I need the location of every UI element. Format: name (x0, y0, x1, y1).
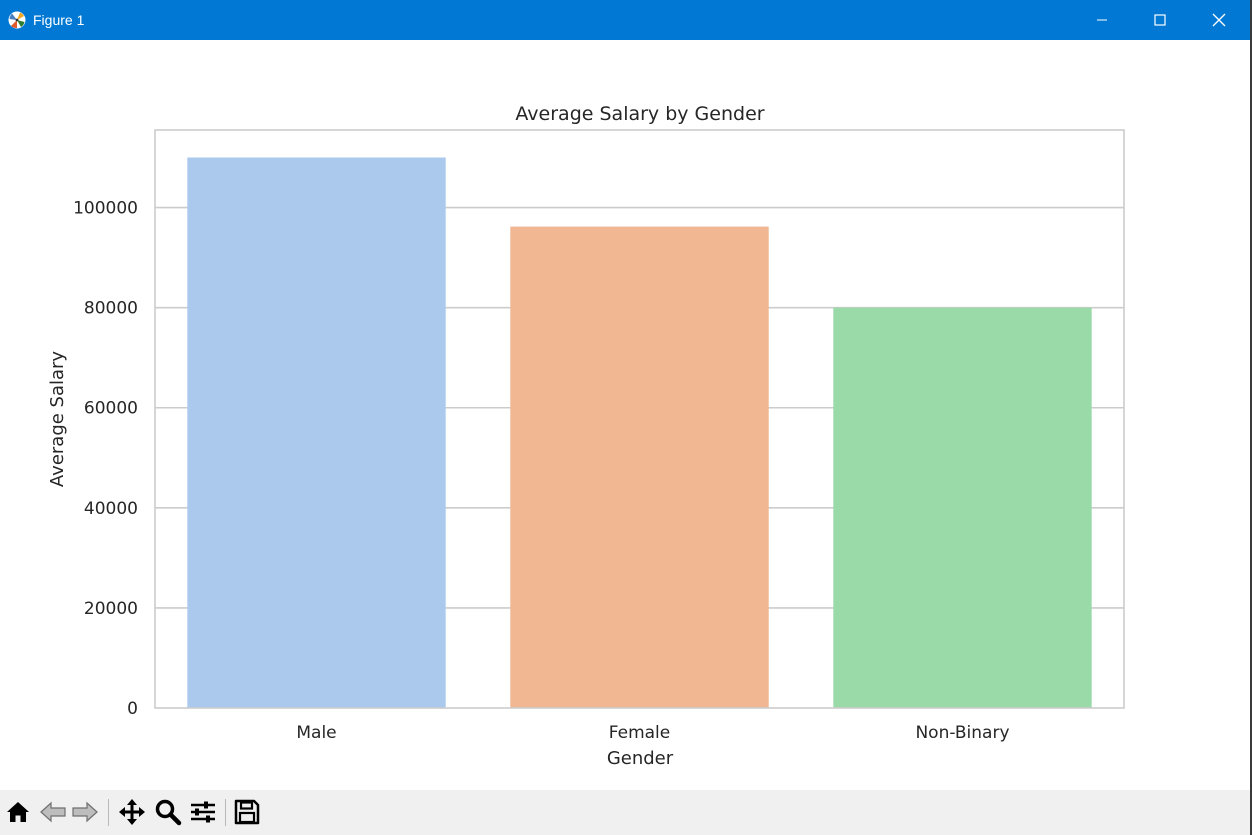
bar-non-binary (833, 307, 1092, 708)
y-tick-label: 40000 (84, 499, 138, 519)
toolbar-separator (108, 799, 109, 826)
bar-chart: 0 20000 40000 60000 80000 100000 Male Female No… (47, 103, 1125, 769)
forward-button[interactable] (70, 797, 100, 827)
configure-subplots-button[interactable] (188, 797, 218, 827)
y-axis-label: Average Salary (47, 351, 68, 488)
configure-subplots-icon (191, 801, 215, 823)
window-titlebar: Figure 1 (0, 0, 1250, 40)
maximize-icon (1154, 14, 1166, 26)
maximize-button[interactable] (1131, 0, 1189, 40)
back-arrow-icon (40, 801, 66, 823)
y-tick-label: 20000 (84, 599, 138, 619)
y-tick-label: 100000 (73, 199, 138, 219)
home-icon (7, 802, 29, 822)
zoom-button[interactable] (153, 797, 183, 827)
x-axis-label: Gender (607, 748, 674, 769)
minimize-button[interactable] (1073, 0, 1131, 40)
chart-title: Average Salary by Gender (515, 103, 764, 125)
zoom-magnifier-icon (155, 799, 182, 826)
y-tick-label: 80000 (84, 299, 138, 319)
navigation-toolbar (0, 790, 1250, 835)
save-floppy-icon (234, 799, 260, 825)
back-button[interactable] (38, 797, 68, 827)
matplotlib-logo-icon (8, 11, 26, 29)
window-title: Figure 1 (33, 12, 85, 28)
close-button[interactable] (1190, 0, 1248, 40)
y-tick-label: 0 (127, 699, 138, 719)
minimize-icon (1097, 19, 1107, 21)
bar-male (187, 157, 446, 708)
save-button[interactable] (232, 797, 262, 827)
figure-canvas[interactable]: 0 20000 40000 60000 80000 100000 Male Female No… (0, 40, 1250, 790)
x-tick-label: Non-Binary (915, 723, 1009, 743)
bar-female (510, 226, 769, 708)
forward-arrow-icon (72, 801, 98, 823)
pan-move-icon (119, 799, 145, 825)
y-tick-label: 60000 (84, 399, 138, 419)
toolbar-separator (225, 799, 226, 826)
pan-button[interactable] (117, 797, 147, 827)
x-tick-label: Female (609, 723, 670, 743)
close-icon (1212, 13, 1226, 27)
x-tick-label: Male (296, 723, 336, 743)
home-button[interactable] (3, 797, 33, 827)
